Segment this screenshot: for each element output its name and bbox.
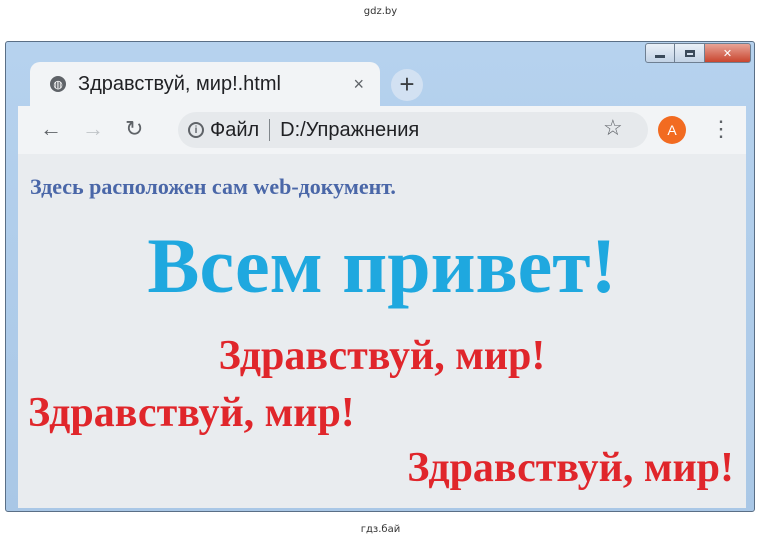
browser-window: ✕ ◍ Здравствуй, мир!.html × + ← → ↻ i Фа… <box>5 41 755 512</box>
hello-center: Здравствуй, мир! <box>218 333 546 379</box>
watermark-bottom: гдз.бай <box>360 524 401 535</box>
tab-title: Здравствуй, мир!.html <box>78 72 281 95</box>
maximize-icon <box>684 49 695 57</box>
address-separator <box>269 119 271 141</box>
tab-close-icon[interactable]: × <box>353 74 364 95</box>
address-scheme-label: Файл <box>210 118 260 141</box>
address-bar[interactable]: i Файл D:/Упражнения <box>178 112 648 148</box>
hello-left: Здравствуй, мир! <box>28 390 355 436</box>
page-viewport: Здесь расположен сам web-документ. Всем … <box>18 154 746 508</box>
globe-icon: ◍ <box>50 76 66 92</box>
browser-toolbar: ← → ↻ i Файл D:/Упражнения ☆ A ⋮ <box>18 106 746 154</box>
close-window-button[interactable]: ✕ <box>705 43 751 63</box>
window-controls: ✕ <box>645 43 751 63</box>
hello-right: Здравствуй, мир! <box>407 445 734 491</box>
profile-avatar[interactable]: A <box>658 116 686 144</box>
kebab-menu-icon[interactable]: ⋮ <box>710 116 732 142</box>
new-tab-button[interactable]: + <box>391 69 423 101</box>
watermark-top: gdz.by <box>363 6 398 17</box>
minimize-icon <box>655 54 665 58</box>
star-icon[interactable]: ☆ <box>603 115 623 141</box>
tab-active[interactable]: ◍ Здравствуй, мир!.html × <box>30 62 380 106</box>
address-url[interactable]: D:/Упражнения <box>280 119 419 142</box>
forward-arrow-icon[interactable]: → <box>82 118 104 140</box>
page-heading: Всем привет! <box>147 222 617 309</box>
info-icon[interactable]: i <box>188 122 204 138</box>
intro-text: Здесь расположен сам web-документ. <box>30 174 396 199</box>
close-icon: ✕ <box>722 47 733 60</box>
minimize-button[interactable] <box>645 43 675 63</box>
back-arrow-icon[interactable]: ← <box>40 118 62 140</box>
maximize-button[interactable] <box>675 43 705 63</box>
reload-icon[interactable]: ↻ <box>125 118 143 140</box>
